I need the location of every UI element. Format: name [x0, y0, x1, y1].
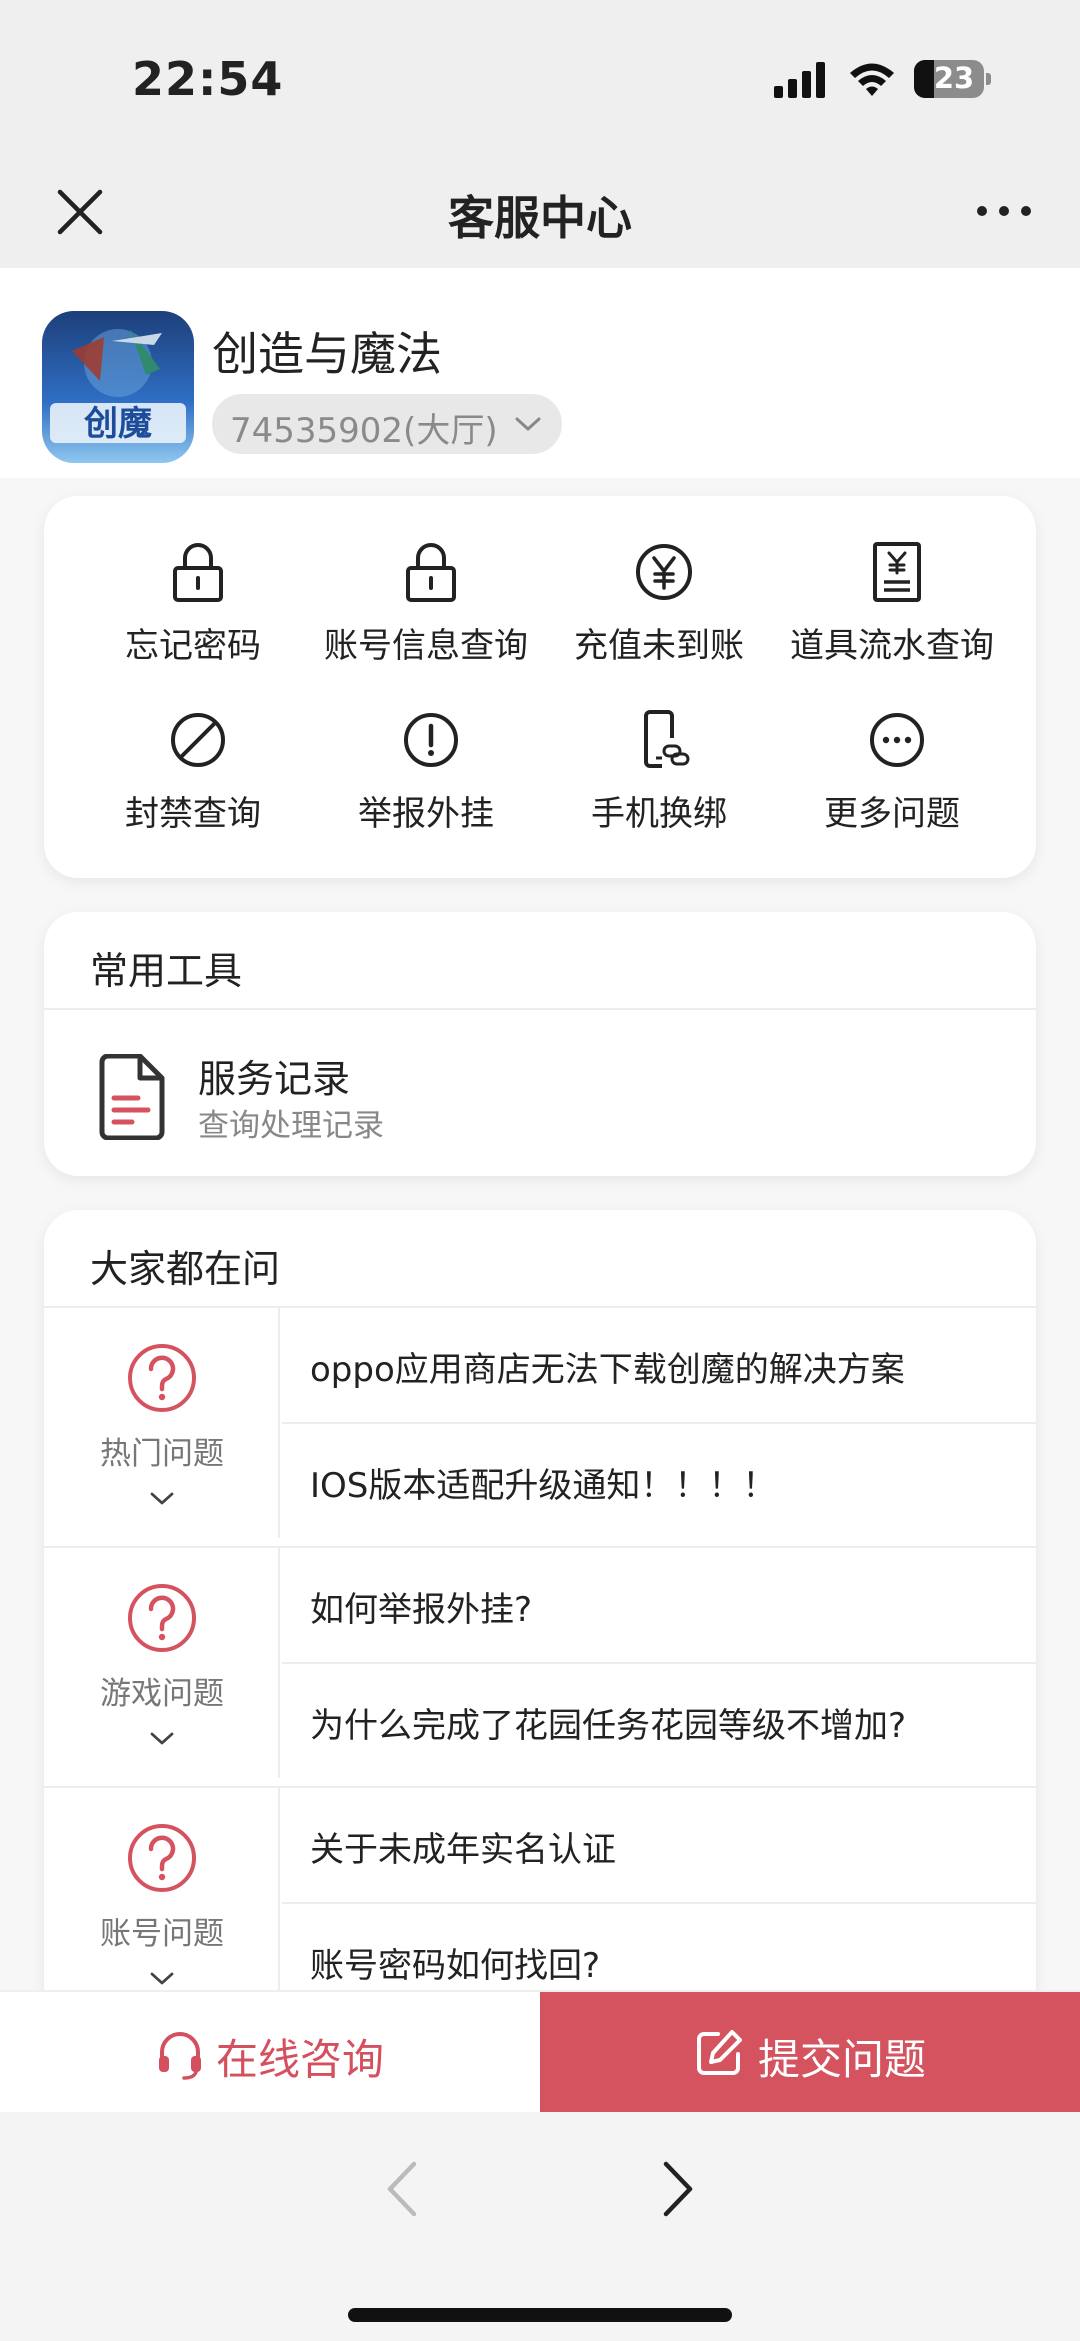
question-circle-icon [128, 1824, 196, 1892]
app-icon-text: 创魔 [83, 404, 152, 444]
faq-category-game[interactable]: 游戏问题 [44, 1548, 280, 1778]
back-arrow-icon[interactable] [380, 2158, 424, 2220]
service-record-item[interactable]: 服务记录 查询处理记录 [44, 1010, 1036, 1176]
faq-category-label: 游戏问题 [100, 1676, 224, 1712]
faq-item[interactable]: IOS版本适配升级通知！！！！ [282, 1424, 1036, 1538]
faq-group-account: 账号问题 关于未成年实名认证 账号密码如何找回? [44, 1788, 1036, 1990]
faq-item[interactable]: 为什么完成了花园任务花园等级不增加? [282, 1664, 1036, 1778]
app-name: 创造与魔法 [212, 327, 442, 381]
account-selector[interactable]: 74535902(大厅) [212, 394, 562, 454]
browser-toolbar [0, 2112, 1080, 2341]
yen-circle-icon [636, 544, 692, 600]
service-record-title: 服务记录 [198, 1057, 351, 1101]
quick-action-account-info[interactable]: 账号信息查询 [309, 540, 543, 700]
ban-icon [171, 713, 225, 767]
faq-title: 大家都在问 [90, 1247, 281, 1291]
home-indicator [348, 2308, 732, 2322]
quick-actions-card: 忘记密码 账号信息查询 充值未到账 道具流水查询 封禁查询 举报外挂 手机换绑 … [44, 496, 1036, 878]
page-title: 客服中心 [448, 191, 632, 245]
main-content[interactable]: 创魔 创造与魔法 74535902(大厅) 忘记密码 账号信息查询 充值未到账 … [0, 268, 1080, 1990]
status-time: 22:54 [132, 52, 284, 106]
faq-item[interactable]: 账号密码如何找回? [282, 1904, 1036, 1990]
faq-item[interactable]: 关于未成年实名认证 [282, 1788, 1036, 1902]
cellular-signal-icon [774, 62, 825, 98]
quick-action-label: 充值未到账 [574, 626, 744, 666]
faq-category-hot[interactable]: 热门问题 [44, 1308, 280, 1538]
quick-action-phone-rebind[interactable]: 手机换绑 [542, 708, 776, 868]
edit-icon [697, 2030, 742, 2075]
lock-icon [406, 543, 456, 602]
nav-bar: 客服中心 [0, 160, 1080, 268]
document-icon [99, 1054, 165, 1140]
chevron-down-icon [150, 1732, 174, 1745]
faq-category-label: 热门问题 [100, 1436, 224, 1472]
account-id: 74535902(大厅) [230, 411, 498, 451]
faq-item-text: 账号密码如何找回? [310, 1946, 601, 1986]
quick-action-label: 更多问题 [824, 794, 960, 834]
quick-action-report-cheat[interactable]: 举报外挂 [309, 708, 543, 868]
tools-card: 常用工具 服务记录 查询处理记录 [44, 912, 1036, 1176]
phone-link-icon [644, 710, 690, 768]
online-consult-button[interactable]: 在线咨询 [0, 1992, 540, 2114]
quick-action-label: 忘记密码 [125, 626, 261, 666]
quick-action-item-flow[interactable]: 道具流水查询 [775, 540, 1009, 700]
tools-title: 常用工具 [90, 949, 243, 993]
faq-item-text: 为什么完成了花园任务花园等级不增加? [310, 1706, 907, 1746]
online-consult-label: 在线咨询 [216, 2035, 385, 2084]
chevron-down-icon [515, 417, 541, 431]
quick-action-label: 账号信息查询 [324, 626, 528, 666]
forward-arrow-icon[interactable] [656, 2158, 700, 2220]
quick-action-more[interactable]: 更多问题 [775, 708, 1009, 868]
faq-card: 大家都在问 热门问题 oppo应用商店无法下载创魔的解决方案 IOS版本适配升级… [44, 1210, 1036, 1990]
quick-action-label: 手机换绑 [591, 794, 727, 834]
faq-item-text: 如何举报外挂? [310, 1590, 533, 1630]
more-options-icon[interactable] [974, 196, 1034, 226]
question-circle-icon [128, 1584, 196, 1652]
battery-level: 23 [933, 61, 975, 95]
alert-icon [404, 713, 458, 767]
faq-item[interactable]: oppo应用商店无法下载创魔的解决方案 [282, 1308, 1036, 1422]
quick-action-forgot-password[interactable]: 忘记密码 [76, 540, 310, 700]
quick-action-label: 封禁查询 [125, 794, 261, 834]
bottom-action-bar: 在线咨询 提交问题 [0, 1990, 1080, 2114]
faq-category-account[interactable]: 账号问题 [44, 1788, 280, 1990]
submit-question-button[interactable]: 提交问题 [540, 1992, 1080, 2114]
receipt-icon [873, 542, 921, 602]
faq-item-text: IOS版本适配升级通知！！！！ [310, 1466, 777, 1506]
more-circle-icon [870, 713, 924, 767]
question-circle-icon [128, 1344, 196, 1412]
faq-category-label: 账号问题 [100, 1916, 224, 1952]
lock-icon [173, 543, 223, 602]
faq-item[interactable]: 如何举报外挂? [282, 1548, 1036, 1662]
battery-icon: 23 [914, 60, 991, 98]
submit-question-label: 提交问题 [758, 2035, 927, 2084]
quick-action-ban-query[interactable]: 封禁查询 [76, 708, 310, 868]
quick-action-label: 道具流水查询 [790, 626, 994, 666]
wifi-icon [850, 63, 894, 96]
chevron-down-icon [150, 1492, 174, 1505]
headset-icon [159, 2032, 201, 2080]
service-record-subtitle: 查询处理记录 [198, 1108, 384, 1144]
app-header: 创魔 创造与魔法 74535902(大厅) [0, 268, 1080, 478]
quick-action-label: 举报外挂 [358, 794, 494, 834]
app-icon: 创魔 [42, 311, 194, 463]
faq-item-text: oppo应用商店无法下载创魔的解决方案 [310, 1350, 905, 1390]
faq-item-text: 关于未成年实名认证 [310, 1830, 616, 1870]
faq-group-game: 游戏问题 如何举报外挂? 为什么完成了花园任务花园等级不增加? [44, 1548, 1036, 1788]
status-bar: 22:54 23 [0, 0, 1080, 160]
faq-group-hot: 热门问题 oppo应用商店无法下载创魔的解决方案 IOS版本适配升级通知！！！！ [44, 1308, 1036, 1548]
chevron-down-icon [150, 1972, 174, 1985]
quick-action-recharge[interactable]: 充值未到账 [542, 540, 776, 700]
